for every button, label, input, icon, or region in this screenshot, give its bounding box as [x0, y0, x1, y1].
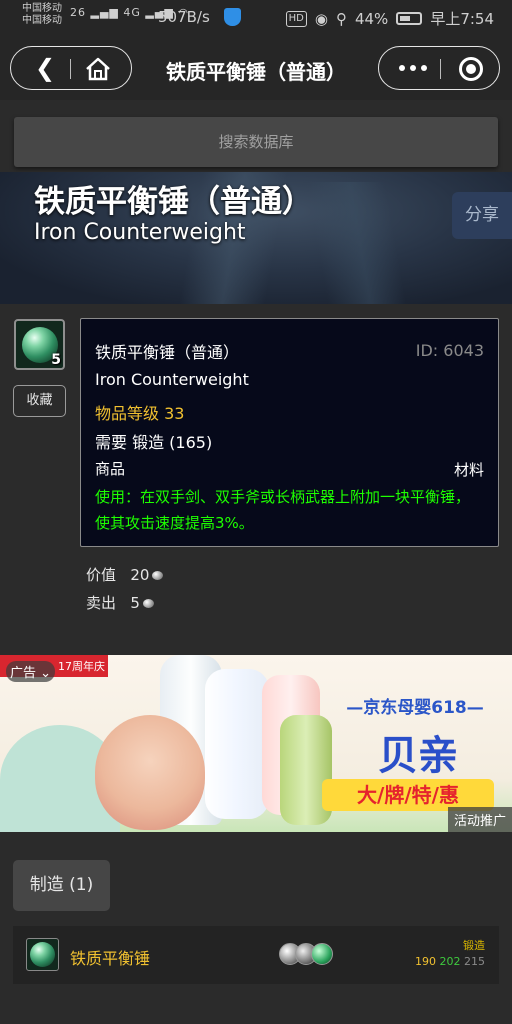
sell-label: 卖出 — [86, 594, 117, 612]
skill-level-gray: 215 — [464, 955, 485, 968]
ad-bottle-art — [205, 669, 269, 819]
signal-bars-icon: ▂▄▆ — [90, 6, 119, 19]
item-icon: 5 — [14, 319, 65, 370]
anniversary-text: 17周年庆 — [58, 660, 105, 673]
hero-background-art-2 — [300, 182, 420, 304]
material-icon[interactable] — [311, 943, 333, 965]
recipe-materials — [279, 943, 339, 967]
search-input[interactable]: 搜索数据库 — [14, 117, 498, 167]
use-effect: 使用：在双手剑、双手斧或长柄武器上附加一块平衡锤，使其攻击速度提高3%。 — [95, 488, 471, 532]
recipe-item-icon — [26, 938, 59, 971]
tooltip-name-cn: 铁质平衡锤（普通） — [95, 343, 240, 362]
nav-capsule-right — [378, 46, 500, 90]
ad-tag[interactable]: 广告 ⌄ — [6, 661, 56, 682]
requirement: 需要 锻造 (165) — [95, 433, 213, 452]
hero-banner: 铁质平衡锤（普通） Iron Counterweight — [0, 172, 512, 304]
item-level: 物品等级 33 — [95, 404, 185, 423]
battery-percent: 44% — [354, 9, 389, 28]
value-label: 价值 — [86, 566, 117, 584]
favorite-button[interactable]: 收藏 — [13, 385, 66, 417]
nav-bar: ❮ 铁质平衡锤（普通） — [0, 36, 512, 100]
hero-title-cn: 铁质平衡锤（普通） — [34, 184, 313, 220]
stack-count: 5 — [51, 352, 61, 368]
status-right: HD ◉ ⚲ 44% 早上7:54 — [285, 8, 494, 29]
close-miniprogram-icon[interactable] — [459, 57, 483, 81]
clock: 早上7:54 — [430, 10, 494, 28]
category-left: 商品 — [95, 460, 126, 478]
hero-title-en: Iron Counterweight — [34, 220, 246, 245]
skill-levels: 190 202 215 — [415, 954, 485, 970]
battery-icon — [396, 12, 423, 25]
skill-level-orange: 190 — [415, 955, 436, 968]
carrier-labels: 中国移动 中国移动 — [22, 3, 62, 27]
silver-coin-icon — [152, 571, 164, 580]
signal-1: 26 — [70, 6, 86, 19]
item-id: ID: 6043 — [415, 341, 484, 360]
category-right: 材料 — [453, 461, 484, 479]
silver-coin-icon — [142, 599, 154, 608]
orb-icon — [30, 942, 55, 967]
skill-level-green: 202 — [439, 955, 461, 968]
chevron-down-icon: ⌄ — [40, 666, 52, 681]
skill-info: 锻造 190 202 215 — [415, 938, 485, 970]
location-icon: ⚲ — [335, 9, 347, 28]
recipe-row[interactable]: 铁质平衡锤 锻造 190 202 215 — [13, 926, 499, 984]
ad-baby-art — [95, 715, 205, 830]
skill-name: 锻造 — [463, 939, 485, 952]
sell-amount: 5 — [130, 594, 140, 612]
ad-tag-text: 广告 — [10, 666, 37, 681]
share-button[interactable]: 分享 — [452, 192, 512, 239]
ad-promo-label: 活动推广 — [447, 807, 512, 832]
tab-crafting[interactable]: 制造 (1) — [13, 860, 110, 911]
carrier-2: 中国移动 — [22, 15, 62, 26]
item-tooltip: 铁质平衡锤（普通） ID: 6043 Iron Counterweight 物品… — [80, 318, 499, 547]
eye-icon: ◉ — [314, 9, 328, 28]
signal-2: 4G — [123, 6, 141, 19]
ad-brand: 贝亲 — [378, 733, 458, 779]
value-row: 价值 20 — [86, 564, 164, 585]
status-bar: 中国移动 中国移动 26 ▂▄▆ 4G ▂▄▆ ◠ 507B/s HD ◉ ⚲ … — [0, 0, 512, 36]
ad-banner[interactable]: 17周年庆 广告 ⌄ —京东母婴618— 贝亲 大/牌/特/惠 活动推广 — [0, 655, 512, 832]
shield-icon — [224, 8, 241, 26]
network-speed: 507B/s — [158, 8, 210, 26]
sell-row: 卖出 5 — [86, 592, 154, 613]
ad-jd-title: —京东母婴618— — [346, 698, 484, 718]
recipe-name[interactable]: 铁质平衡锤 — [70, 945, 150, 969]
tooltip-name-en: Iron Counterweight — [95, 370, 249, 389]
carrier-1: 中国移动 — [22, 3, 62, 14]
hd-badge: HD — [285, 10, 307, 27]
more-icon[interactable] — [399, 65, 427, 71]
capsule-divider-right — [440, 59, 441, 79]
value-amount: 20 — [130, 566, 150, 584]
